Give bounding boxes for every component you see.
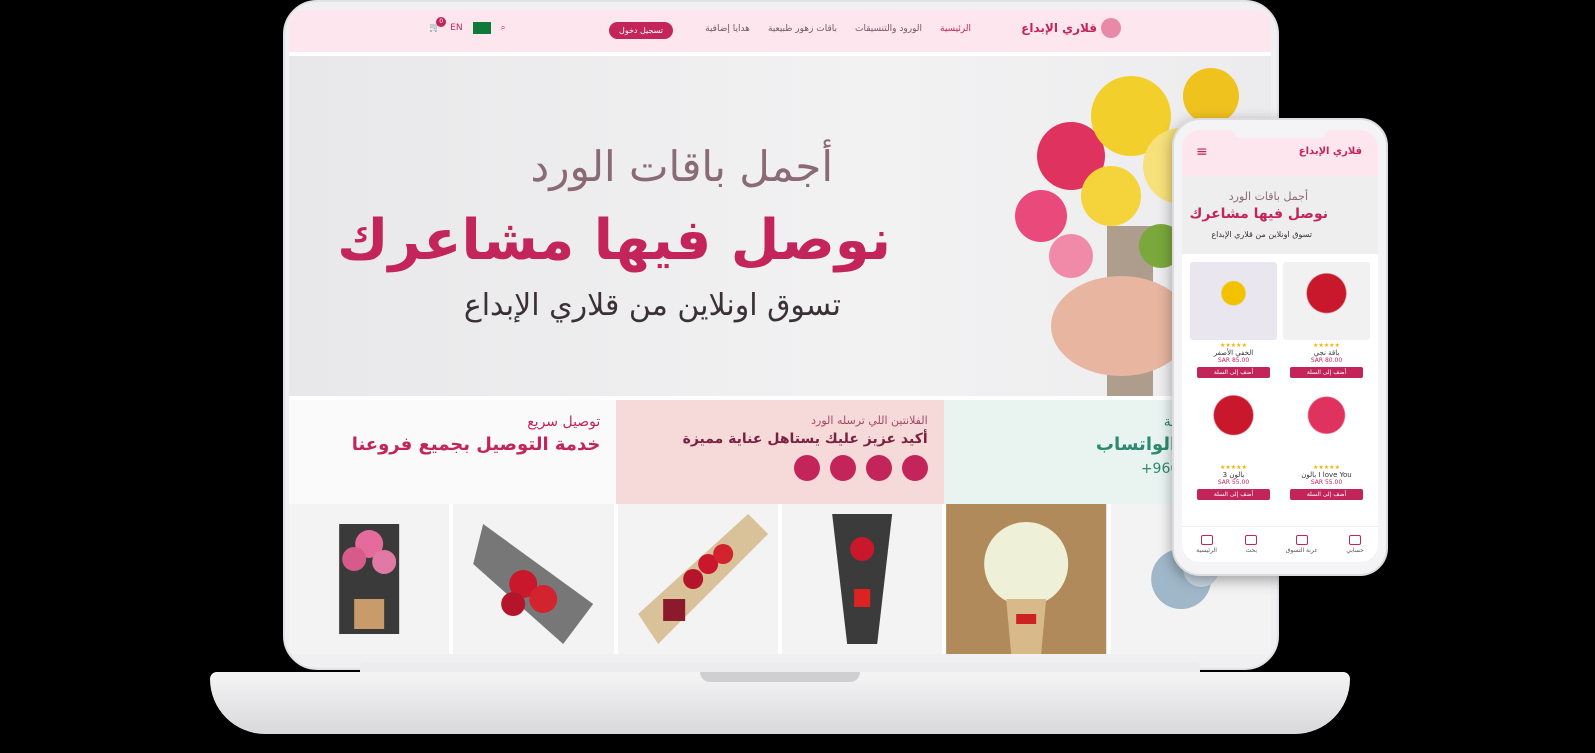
feature-icon <box>793 455 820 481</box>
product-card[interactable]: ★★★★★ I love You بالون SAR 55.00 أضف إلى… <box>1283 384 1370 500</box>
product-price: SAR 55.00 <box>1310 479 1343 486</box>
rating-stars: ★★★★★ <box>1220 464 1247 471</box>
product-image <box>832 514 893 644</box>
rating-stars: ★★★★★ <box>1313 464 1340 471</box>
tab-label: الرئيسية <box>1196 547 1217 554</box>
product-card[interactable] <box>946 504 1107 654</box>
promo-delivery[interactable]: توصيل سريع خدمة التوصيل بجميع فروعنا <box>289 400 617 504</box>
product-card[interactable] <box>781 504 943 654</box>
promo-icons <box>632 455 928 481</box>
language-toggle[interactable]: EN <box>450 23 462 33</box>
add-to-cart-button[interactable]: أضف إلى السلة <box>1196 367 1271 378</box>
phone-tab-bar: حسابي عربة التسوق بحث الرئيسية <box>1182 526 1378 562</box>
cart-icon <box>1295 535 1308 545</box>
laptop-notch <box>700 672 860 682</box>
hero-title: أجمل باقات الورد <box>530 142 833 191</box>
saudi-flag-icon[interactable] <box>472 22 491 34</box>
add-to-cart-button[interactable]: أضف إلى السلة <box>1289 489 1364 500</box>
product-card[interactable] <box>289 504 450 654</box>
menu-item-home[interactable]: الرئيسية <box>940 24 971 34</box>
user-icon <box>1349 535 1362 545</box>
product-image <box>637 514 768 644</box>
promo-strip: توصيل سريع خدمة التوصيل بجميع فروعنا الف… <box>289 400 1271 504</box>
product-name: بالون 3 <box>1222 471 1245 479</box>
tab-cart[interactable]: عربة التسوق <box>1286 535 1318 554</box>
search-icon[interactable]: ⌕ <box>501 23 506 33</box>
product-price: SAR 55.00 <box>1217 479 1250 486</box>
login-button[interactable]: تسجيل دخول <box>609 22 673 39</box>
tab-home[interactable]: الرئيسية <box>1196 535 1217 554</box>
product-image <box>1283 384 1370 462</box>
feature-icon <box>901 455 928 481</box>
hero-subtitle: تسوق اونلاين من قلاري الإبداع <box>463 288 841 323</box>
promo-subtitle: أكيد عزيز عليك يستاهل عناية مميزة <box>682 431 928 447</box>
phone-logo[interactable]: قلاري الإبداع <box>1299 146 1362 157</box>
add-to-cart-button[interactable]: أضف إلى السلة <box>1196 489 1271 500</box>
rating-stars: ★★★★★ <box>1313 342 1340 349</box>
product-image <box>1190 262 1277 340</box>
product-name: باقة نجي <box>1313 349 1340 357</box>
tab-account[interactable]: حسابي <box>1346 535 1364 554</box>
cart-icon[interactable]: 🛒 0 <box>429 17 447 33</box>
product-card[interactable]: ★★★★★ الخفي الأصفر SAR 85.00 أضف إلى الس… <box>1190 262 1277 378</box>
site-logo[interactable]: قلاري الإبداع <box>1021 18 1121 38</box>
product-image <box>339 524 400 634</box>
add-to-cart-button[interactable]: أضف إلى السلة <box>1289 367 1364 378</box>
home-icon <box>1200 535 1213 545</box>
nav-icons: 🛒 0 EN ⌕ <box>429 17 506 34</box>
promo-title: توصيل سريع <box>527 414 601 430</box>
phone-hero-subtitle: تسوق اونلاين من قلاري الإبداع <box>1211 230 1312 239</box>
product-card[interactable] <box>453 504 614 654</box>
menu-item-natural[interactable]: باقات زهور طبيعية <box>768 24 837 34</box>
tab-label: حسابي <box>1346 547 1364 554</box>
product-image <box>946 504 1107 654</box>
phone-hero-headline: نوصل فيها مشاعرك <box>1189 206 1328 222</box>
phone-product-grid: ★★★★★ باقة نجي SAR 80.00 أضف إلى السلة ★… <box>1182 254 1378 508</box>
product-name: الخفي الأصفر <box>1213 349 1254 357</box>
logo-icon <box>1101 18 1121 38</box>
promo-valentine[interactable]: الفلانتين اللي ترسله الورد أكيد عزيز علي… <box>616 400 944 504</box>
hamburger-menu-icon[interactable]: ≡ <box>1196 144 1208 160</box>
phone-notch <box>1232 124 1328 138</box>
rating-stars: ★★★★★ <box>1220 342 1247 349</box>
product-image <box>1190 384 1277 462</box>
phone-display: قلاري الإبداع ≡ أجمل باقات الورد نوصل في… <box>1182 130 1378 562</box>
product-price: SAR 85.00 <box>1217 357 1250 364</box>
tab-label: عربة التسوق <box>1285 547 1318 554</box>
tab-label: بحث <box>1245 547 1258 554</box>
promo-title: الفلانتين اللي ترسله الورد <box>811 414 928 427</box>
product-row <box>289 504 1271 654</box>
search-icon <box>1245 535 1258 545</box>
product-name: I love You بالون <box>1301 471 1352 479</box>
promo-subtitle: خدمة التوصيل بجميع فروعنا <box>351 434 601 455</box>
phone-hero-title: أجمل باقات الورد <box>1228 190 1308 203</box>
main-menu: الرئيسية الورود والتنسيقات باقات زهور طب… <box>705 24 971 34</box>
product-image <box>1283 262 1370 340</box>
product-card[interactable]: ★★★★★ باقة نجي SAR 80.00 أضف إلى السلة <box>1283 262 1370 378</box>
laptop-display: قلاري الإبداع الرئيسية الورود والتنسيقات… <box>289 10 1271 654</box>
menu-item-gifts[interactable]: هدايا إضافية <box>705 24 750 34</box>
hero-headline: نوصل فيها مشاعرك <box>337 208 891 273</box>
product-card[interactable] <box>617 504 778 654</box>
cart-count: 0 <box>436 17 447 27</box>
hero-banner[interactable]: أجمل باقات الورد نوصل فيها مشاعرك تسوق ا… <box>289 56 1271 396</box>
tab-search[interactable]: بحث <box>1245 535 1258 554</box>
feature-icon <box>829 455 856 481</box>
menu-item-flowers[interactable]: الورود والتنسيقات <box>855 24 922 34</box>
feature-icon <box>865 455 892 481</box>
site-header: قلاري الإبداع الرئيسية الورود والتنسيقات… <box>289 10 1271 52</box>
product-price: SAR 80.00 <box>1310 357 1343 364</box>
phone-hero[interactable]: أجمل باقات الورد نوصل فيها مشاعرك تسوق ا… <box>1182 176 1378 254</box>
logo-text: قلاري الإبداع <box>1021 21 1097 35</box>
product-image <box>473 524 594 644</box>
product-card[interactable]: ★★★★★ بالون 3 SAR 55.00 أضف إلى السلة <box>1190 384 1277 500</box>
